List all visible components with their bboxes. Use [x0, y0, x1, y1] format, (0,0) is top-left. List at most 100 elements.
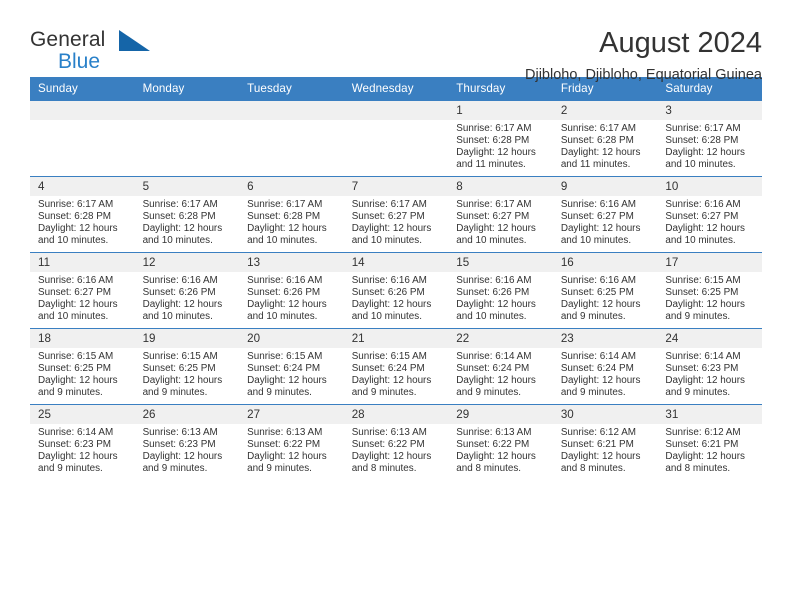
day-detail-line: Sunrise: 6:14 AM: [665, 351, 741, 362]
day-detail-line: Daylight: 12 hours: [351, 299, 432, 311]
day-detail-line: Sunrise: 6:13 AM: [351, 427, 427, 438]
day-details: Sunrise: 6:15 AM Sunset: 6:25 PM Daylight:…: [657, 272, 762, 323]
day-number: 20: [239, 329, 344, 348]
day-cell[interactable]: 21 Sunrise: 6:15 AM Sunset: 6:24 PM Dayligh…: [343, 328, 449, 405]
triangle-icon: [119, 30, 150, 51]
day-number: 12: [134, 253, 240, 272]
day-detail-line: Sunrise: 6:14 AM: [456, 351, 532, 362]
day-cell-inner: [30, 101, 135, 176]
day-cell[interactable]: 1 Sunrise: 6:17 AM Sunset: 6:28 PM Daylight…: [448, 100, 553, 177]
day-detail-line: Daylight: 12 hours: [665, 223, 745, 235]
day-cell[interactable]: 16 Sunrise: 6:16 AM Sunset: 6:25 PM Dayligh…: [552, 252, 658, 329]
day-cell[interactable]: 31 Sunrise: 6:12 AM Sunset: 6:21 PM Dayligh…: [657, 404, 762, 480]
day-cell-inner: [343, 101, 449, 176]
day-cell[interactable]: 19 Sunrise: 6:15 AM Sunset: 6:25 PM Dayligh…: [134, 328, 240, 405]
day-detail-line: Sunset: 6:25 PM: [142, 363, 216, 375]
day-cell[interactable]: 4 Sunrise: 6:17 AM Sunset: 6:28 PM Daylight…: [30, 176, 135, 253]
general-blue-logo[interactable]: General Blue: [30, 26, 160, 82]
day-cell[interactable]: 11 Sunrise: 6:16 AM Sunset: 6:27 PM Dayligh…: [30, 252, 135, 329]
day-number: 24: [657, 329, 762, 348]
day-cell-inner: 19 Sunrise: 6:15 AM Sunset: 6:25 PM Dayligh…: [134, 329, 240, 404]
day-cell-empty: [343, 100, 449, 177]
day-detail-line: Sunrise: 6:14 AM: [38, 427, 114, 438]
day-cell-inner: 11 Sunrise: 6:16 AM Sunset: 6:27 PM Dayligh…: [30, 253, 135, 328]
day-detail-line: and 10 minutes.: [560, 235, 632, 247]
day-details: Sunrise: 6:17 AM Sunset: 6:28 PM Daylight:…: [30, 196, 135, 247]
day-number: 22: [448, 329, 553, 348]
day-detail-line: Sunrise: 6:17 AM: [247, 199, 323, 210]
day-detail-line: Sunrise: 6:16 AM: [665, 199, 741, 210]
day-detail-line: Sunset: 6:28 PM: [456, 135, 530, 147]
day-detail-line: Sunset: 6:26 PM: [142, 287, 216, 299]
day-detail-line: Sunrise: 6:17 AM: [38, 199, 114, 210]
day-cell[interactable]: 13 Sunrise: 6:16 AM Sunset: 6:26 PM Dayligh…: [239, 252, 344, 329]
day-cell[interactable]: 24 Sunrise: 6:14 AM Sunset: 6:23 PM Dayligh…: [657, 328, 762, 405]
day-number: 8: [448, 177, 553, 196]
day-detail-line: Daylight: 12 hours: [665, 147, 745, 159]
day-detail-line: Sunrise: 6:17 AM: [560, 123, 637, 134]
day-cell[interactable]: 7 Sunrise: 6:17 AM Sunset: 6:27 PM Daylight…: [343, 176, 449, 253]
day-detail-line: and 10 minutes.: [38, 235, 109, 247]
day-detail-line: Sunset: 6:26 PM: [247, 287, 321, 299]
day-detail-line: and 9 minutes.: [38, 463, 103, 475]
day-detail-line: Daylight: 12 hours: [38, 223, 118, 235]
day-detail-line: Daylight: 12 hours: [38, 451, 118, 463]
day-cell[interactable]: 23 Sunrise: 6:14 AM Sunset: 6:24 PM Dayligh…: [552, 328, 658, 405]
day-cell[interactable]: 10 Sunrise: 6:16 AM Sunset: 6:27 PM Dayligh…: [657, 176, 762, 253]
day-cell[interactable]: 9 Sunrise: 6:16 AM Sunset: 6:27 PM Daylight…: [552, 176, 658, 253]
day-cell[interactable]: 17 Sunrise: 6:15 AM Sunset: 6:25 PM Dayligh…: [657, 252, 762, 329]
day-cell[interactable]: 25 Sunrise: 6:14 AM Sunset: 6:23 PM Dayligh…: [30, 404, 135, 480]
day-detail-line: Sunset: 6:23 PM: [665, 363, 739, 375]
day-detail-line: Sunset: 6:24 PM: [351, 363, 425, 375]
day-cell[interactable]: 22 Sunrise: 6:14 AM Sunset: 6:24 PM Dayligh…: [448, 328, 553, 405]
day-detail-line: Daylight: 12 hours: [456, 223, 536, 235]
day-detail-line: Sunrise: 6:15 AM: [351, 351, 427, 362]
day-cell-inner: 16 Sunrise: 6:16 AM Sunset: 6:25 PM Dayligh…: [552, 253, 658, 328]
day-cell[interactable]: 18 Sunrise: 6:15 AM Sunset: 6:25 PM Dayligh…: [30, 328, 135, 405]
day-details: Sunrise: 6:13 AM Sunset: 6:22 PM Daylight:…: [239, 424, 344, 475]
day-number: 2: [552, 101, 658, 120]
day-detail-line: Daylight: 12 hours: [456, 147, 536, 159]
day-detail-line: Daylight: 12 hours: [351, 375, 432, 387]
day-details: Sunrise: 6:17 AM Sunset: 6:28 PM Daylight:…: [553, 120, 658, 171]
day-detail-line: Sunrise: 6:14 AM: [560, 351, 637, 362]
day-cell[interactable]: 3 Sunrise: 6:17 AM Sunset: 6:28 PM Daylight…: [657, 100, 762, 177]
day-details: Sunrise: 6:15 AM Sunset: 6:24 PM Daylight:…: [239, 348, 344, 399]
day-cell-inner: 21 Sunrise: 6:15 AM Sunset: 6:24 PM Dayligh…: [343, 329, 449, 404]
day-cell-inner: 25 Sunrise: 6:14 AM Sunset: 6:23 PM Dayligh…: [30, 405, 135, 480]
day-detail-line: and 10 minutes.: [665, 159, 736, 171]
day-detail-line: and 10 minutes.: [142, 235, 213, 247]
day-cell[interactable]: 28 Sunrise: 6:13 AM Sunset: 6:22 PM Dayligh…: [343, 404, 449, 480]
day-cell[interactable]: 29 Sunrise: 6:13 AM Sunset: 6:22 PM Dayligh…: [448, 404, 553, 480]
day-detail-line: Sunset: 6:28 PM: [38, 211, 112, 223]
calendar-grid: Sunday Monday Tuesday Wednesday Thursday Frid…: [30, 77, 762, 480]
day-detail-line: and 9 minutes.: [247, 463, 312, 475]
day-cell[interactable]: 15 Sunrise: 6:16 AM Sunset: 6:26 PM Dayligh…: [448, 252, 553, 329]
day-details: Sunrise: 6:15 AM Sunset: 6:25 PM Daylight:…: [30, 348, 135, 399]
day-cell-inner: 28 Sunrise: 6:13 AM Sunset: 6:22 PM Dayligh…: [343, 405, 449, 480]
day-details: Sunrise: 6:17 AM Sunset: 6:27 PM Daylight:…: [448, 196, 553, 247]
day-cell[interactable]: 8 Sunrise: 6:17 AM Sunset: 6:27 PM Daylight…: [448, 176, 553, 253]
day-cell[interactable]: 27 Sunrise: 6:13 AM Sunset: 6:22 PM Dayligh…: [239, 404, 344, 480]
day-cell-inner: 1 Sunrise: 6:17 AM Sunset: 6:28 PM Daylight…: [448, 101, 553, 176]
day-details: Sunrise: 6:14 AM Sunset: 6:23 PM Daylight:…: [657, 348, 762, 399]
day-cell[interactable]: 30 Sunrise: 6:12 AM Sunset: 6:21 PM Dayligh…: [552, 404, 658, 480]
day-cell[interactable]: 26 Sunrise: 6:13 AM Sunset: 6:23 PM Dayligh…: [134, 404, 240, 480]
day-details: Sunrise: 6:15 AM Sunset: 6:25 PM Daylight:…: [135, 348, 240, 399]
day-detail-line: Sunset: 6:27 PM: [38, 287, 112, 299]
day-cell[interactable]: 2 Sunrise: 6:17 AM Sunset: 6:28 PM Daylight…: [552, 100, 658, 177]
day-detail-line: Daylight: 12 hours: [456, 299, 536, 311]
day-detail-line: Sunrise: 6:16 AM: [142, 275, 218, 286]
day-detail-line: Sunset: 6:28 PM: [665, 135, 739, 147]
day-cell[interactable]: 20 Sunrise: 6:15 AM Sunset: 6:24 PM Dayligh…: [239, 328, 344, 405]
day-detail-line: Sunrise: 6:17 AM: [456, 199, 532, 210]
day-detail-line: Sunset: 6:22 PM: [456, 439, 530, 451]
day-cell[interactable]: 14 Sunrise: 6:16 AM Sunset: 6:26 PM Dayligh…: [343, 252, 449, 329]
day-detail-line: and 11 minutes.: [456, 159, 526, 171]
week-row: 4 Sunrise: 6:17 AM Sunset: 6:28 PM Daylight…: [30, 176, 762, 253]
day-cell[interactable]: 6 Sunrise: 6:17 AM Sunset: 6:28 PM Daylight…: [239, 176, 344, 253]
day-cell[interactable]: 12 Sunrise: 6:16 AM Sunset: 6:26 PM Dayligh…: [134, 252, 240, 329]
day-detail-line: Sunset: 6:23 PM: [38, 439, 112, 451]
day-detail-line: Daylight: 12 hours: [560, 451, 641, 463]
day-cell[interactable]: 5 Sunrise: 6:17 AM Sunset: 6:28 PM Daylight…: [134, 176, 240, 253]
